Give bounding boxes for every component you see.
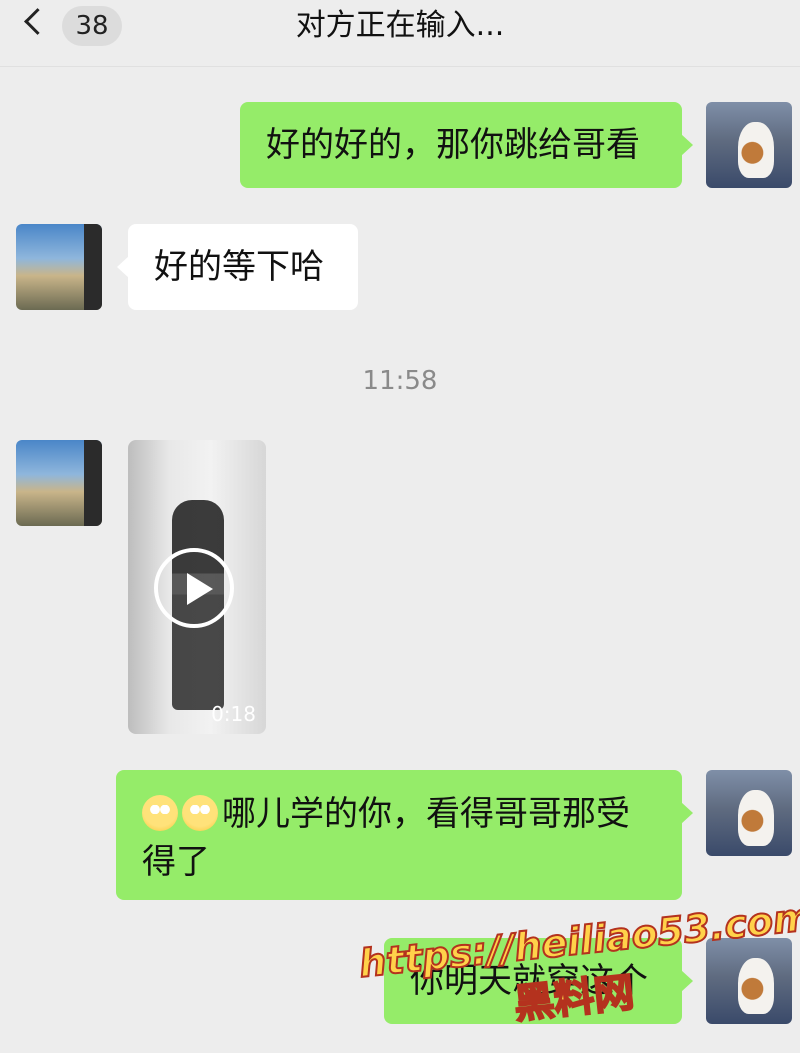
play-icon[interactable] — [154, 548, 234, 628]
my-avatar[interactable] — [706, 770, 792, 856]
message-bubble-received[interactable]: 好的等下哈 — [117, 224, 358, 310]
message-text: 好的好的，那你跳给哥看 — [266, 125, 640, 165]
video-message[interactable]: 0:18 — [128, 440, 266, 734]
my-avatar[interactable] — [706, 102, 792, 188]
message-timestamp: 11:58 — [362, 366, 438, 396]
message-bubble-sent[interactable]: 哪儿学的你，看得哥哥那受得了 — [116, 770, 693, 900]
message-text: 好的等下哈 — [154, 247, 324, 287]
flushed-face-emoji-icon — [182, 795, 218, 831]
chat-header: 38 对方正在输入... — [0, 0, 800, 67]
chat-title: 对方正在输入... — [295, 8, 505, 43]
contact-avatar[interactable] — [16, 440, 102, 526]
flushed-face-emoji-icon — [142, 795, 178, 831]
message-bubble-sent[interactable]: 好的好的，那你跳给哥看 — [240, 102, 693, 188]
video-duration: 0:18 — [211, 702, 256, 726]
contact-avatar[interactable] — [16, 224, 102, 310]
